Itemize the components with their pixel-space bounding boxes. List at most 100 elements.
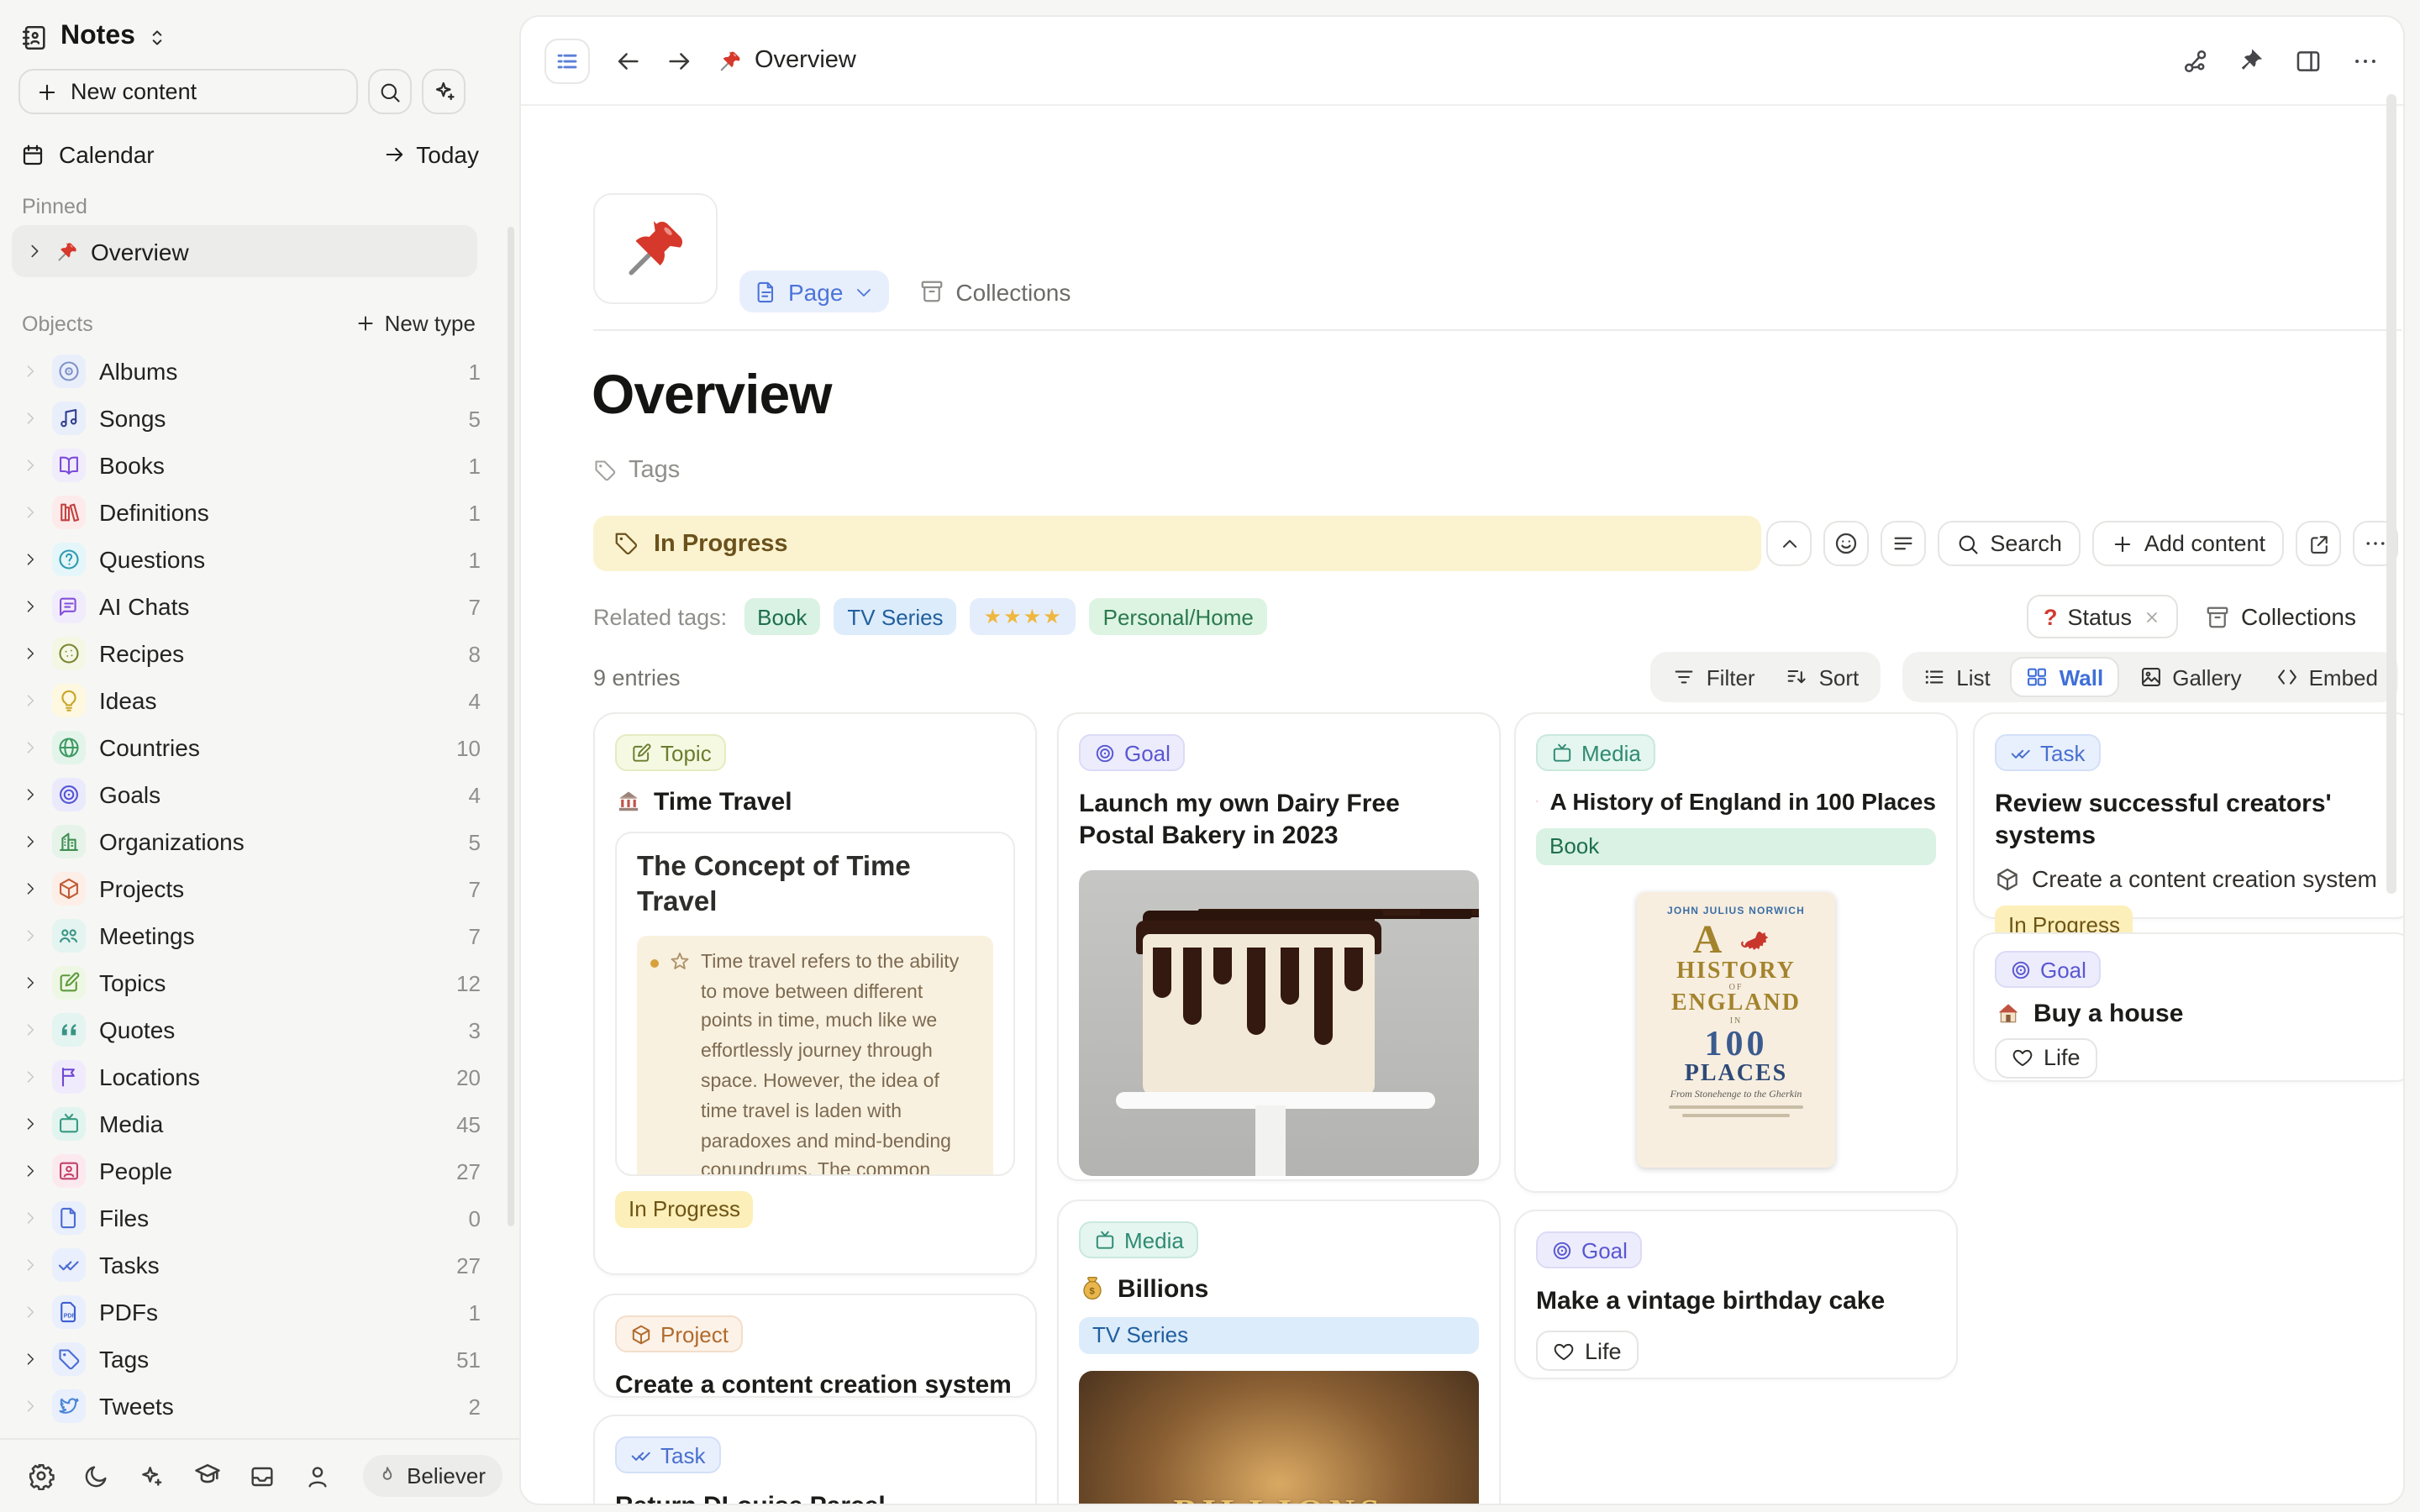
- new-content-button[interactable]: New content: [18, 69, 358, 114]
- status-filter-chip[interactable]: ? Status: [2027, 595, 2177, 638]
- quote-icon: [52, 1013, 86, 1047]
- card-bakery-goal[interactable]: Goal Launch my own Dairy Free Postal Bak…: [1057, 712, 1501, 1181]
- close-icon[interactable]: [2142, 607, 2160, 626]
- related-tag-personal-home[interactable]: Personal/Home: [1090, 598, 1267, 635]
- back-button[interactable]: [613, 46, 642, 75]
- whats-new-button[interactable]: [131, 1456, 171, 1496]
- sidebar-item-songs[interactable]: Songs5: [0, 395, 497, 442]
- sidebar-item-ideas[interactable]: Ideas4: [0, 677, 497, 724]
- today-link[interactable]: Today: [382, 141, 479, 168]
- profile-button[interactable]: [297, 1456, 338, 1496]
- sidebar-item-questions[interactable]: Questions1: [0, 536, 497, 583]
- sidebar-item-topics[interactable]: Topics12: [0, 959, 497, 1006]
- breadcrumb[interactable]: Overview: [718, 47, 856, 74]
- side-panel-button[interactable]: [2294, 46, 2323, 75]
- collections-button[interactable]: Collections: [918, 278, 1071, 305]
- workspace-switcher[interactable]: Notes: [20, 17, 169, 57]
- sidebar-scrollbar[interactable]: [508, 227, 514, 1226]
- sidebar-item-books[interactable]: Books1: [0, 442, 497, 489]
- main-scrollbar[interactable]: [2386, 94, 2396, 894]
- chevron-right-icon: [25, 242, 44, 260]
- sidebar-item-tweets[interactable]: Tweets2: [0, 1383, 497, 1430]
- cookie-icon: [52, 637, 86, 670]
- life-chip[interactable]: Life: [1536, 1331, 1639, 1372]
- learn-button[interactable]: [187, 1456, 227, 1496]
- card-review-systems[interactable]: Task Review successful creators' systems…: [1973, 712, 2405, 919]
- object-type-dropdown[interactable]: Page: [739, 270, 888, 312]
- card-content-system[interactable]: Project Create a content creation system: [593, 1294, 1037, 1398]
- related-tag-stars[interactable]: ★★★★: [971, 598, 1076, 635]
- gear-icon: [26, 1462, 55, 1490]
- card-history-england[interactable]: Media A History of England in 100 Places…: [1514, 712, 1958, 1193]
- filter-button[interactable]: Filter: [1673, 664, 1755, 690]
- chevron-right-icon: [22, 504, 39, 521]
- sidebar-item-quotes[interactable]: Quotes3: [0, 1006, 497, 1053]
- sidebar-item-files[interactable]: Files0: [0, 1194, 497, 1242]
- inbox-button[interactable]: [242, 1456, 282, 1496]
- view-tab-list[interactable]: List: [1909, 657, 2003, 697]
- card-vintage-cake[interactable]: Goal Make a vintage birthday cake Life: [1514, 1210, 1958, 1379]
- money-bag-icon: [1079, 1275, 1106, 1302]
- embedded-doc[interactable]: The Concept of Time Travel Time travel r…: [615, 831, 1015, 1175]
- search-button[interactable]: [368, 69, 412, 114]
- forward-button[interactable]: [666, 46, 694, 75]
- sidebar-item-pdfs[interactable]: PDFs1: [0, 1289, 497, 1336]
- sidebar-item-tasks[interactable]: Tasks27: [0, 1242, 497, 1289]
- sidebar-item-ai-chats[interactable]: AI Chats7: [0, 583, 497, 630]
- search-icon: [378, 80, 402, 103]
- main-panel: Overview Page Collections Ov: [519, 15, 2405, 1505]
- status-banner[interactable]: In Progress: [593, 516, 1761, 571]
- card-return-parcel[interactable]: Task Return DLouise Parcel: [593, 1415, 1037, 1505]
- related-tag-tv-series[interactable]: TV Series: [834, 598, 956, 635]
- sidebar-item-meetings[interactable]: Meetings7: [0, 912, 497, 959]
- view-tab-embed[interactable]: Embed: [2262, 657, 2391, 697]
- ai-sparkle-button[interactable]: [422, 69, 466, 114]
- cake-image: [1079, 870, 1479, 1176]
- sidebar-item-media[interactable]: Media45: [0, 1100, 497, 1147]
- life-chip[interactable]: Life: [1995, 1037, 2097, 1078]
- calendar-row[interactable]: Calendar Today: [20, 134, 479, 175]
- tv-series-chip[interactable]: TV Series: [1079, 1316, 1479, 1353]
- sidebar-item-recipes[interactable]: Recipes8: [0, 630, 497, 677]
- new-type-button[interactable]: New type: [355, 311, 476, 336]
- sidebar-item-projects[interactable]: Projects7: [0, 865, 497, 912]
- sidebar-item-organizations[interactable]: Organizations5: [0, 818, 497, 865]
- collections-filter-button[interactable]: Collections: [2204, 603, 2356, 630]
- page-title[interactable]: Overview: [592, 363, 832, 427]
- related-tag-book[interactable]: Book: [744, 598, 820, 635]
- card-time-travel[interactable]: Topic Time Travel The Concept of Time Tr…: [593, 712, 1037, 1275]
- sidebar-item-overview[interactable]: Overview: [12, 225, 477, 277]
- more-options-button[interactable]: [2351, 46, 2380, 75]
- linked-object[interactable]: Create a content creation system: [1995, 865, 2395, 892]
- pin-button[interactable]: [2238, 47, 2265, 74]
- page-icon[interactable]: [593, 193, 718, 304]
- graph-view-button[interactable]: [2181, 46, 2210, 75]
- add-content-button[interactable]: Add content: [2092, 521, 2284, 566]
- sidebar-item-label: Albums: [99, 358, 177, 385]
- card-buy-house[interactable]: Goal Buy a house Life: [1973, 932, 2405, 1082]
- sidebar-item-people[interactable]: People27: [0, 1147, 497, 1194]
- sidebar-item-locations[interactable]: Locations20: [0, 1053, 497, 1100]
- toggle-sidebar-button[interactable]: [544, 38, 590, 83]
- sidebar-item-tags[interactable]: Tags51: [0, 1336, 497, 1383]
- settings-button[interactable]: [20, 1456, 60, 1496]
- tags-property[interactable]: Tags: [593, 457, 680, 484]
- status-chip[interactable]: In Progress: [615, 1190, 754, 1227]
- icon-picker-button[interactable]: [1823, 521, 1869, 566]
- description-button[interactable]: [1881, 521, 1926, 566]
- sidebar-item-goals[interactable]: Goals4: [0, 771, 497, 818]
- open-as-object-button[interactable]: [2296, 521, 2341, 566]
- card-billions[interactable]: Media Billions TV Series BILLIONS THE FI…: [1057, 1200, 1501, 1505]
- search-entries-button[interactable]: Search: [1938, 521, 2081, 566]
- sidebar-item-definitions[interactable]: Definitions1: [0, 489, 497, 536]
- sidebar-item-countries[interactable]: Countries10: [0, 724, 497, 771]
- collapse-button[interactable]: [1766, 521, 1812, 566]
- membership-badge[interactable]: Believer: [363, 1455, 502, 1497]
- sidebar-item-albums[interactable]: Albums1: [0, 348, 497, 395]
- sort-button[interactable]: Sort: [1786, 664, 1860, 690]
- view-tab-gallery[interactable]: Gallery: [2125, 657, 2254, 697]
- dark-mode-button[interactable]: [76, 1456, 116, 1496]
- view-tab-wall[interactable]: Wall: [2011, 657, 2119, 697]
- bird-icon: [52, 1389, 86, 1423]
- book-chip[interactable]: Book: [1536, 827, 1936, 864]
